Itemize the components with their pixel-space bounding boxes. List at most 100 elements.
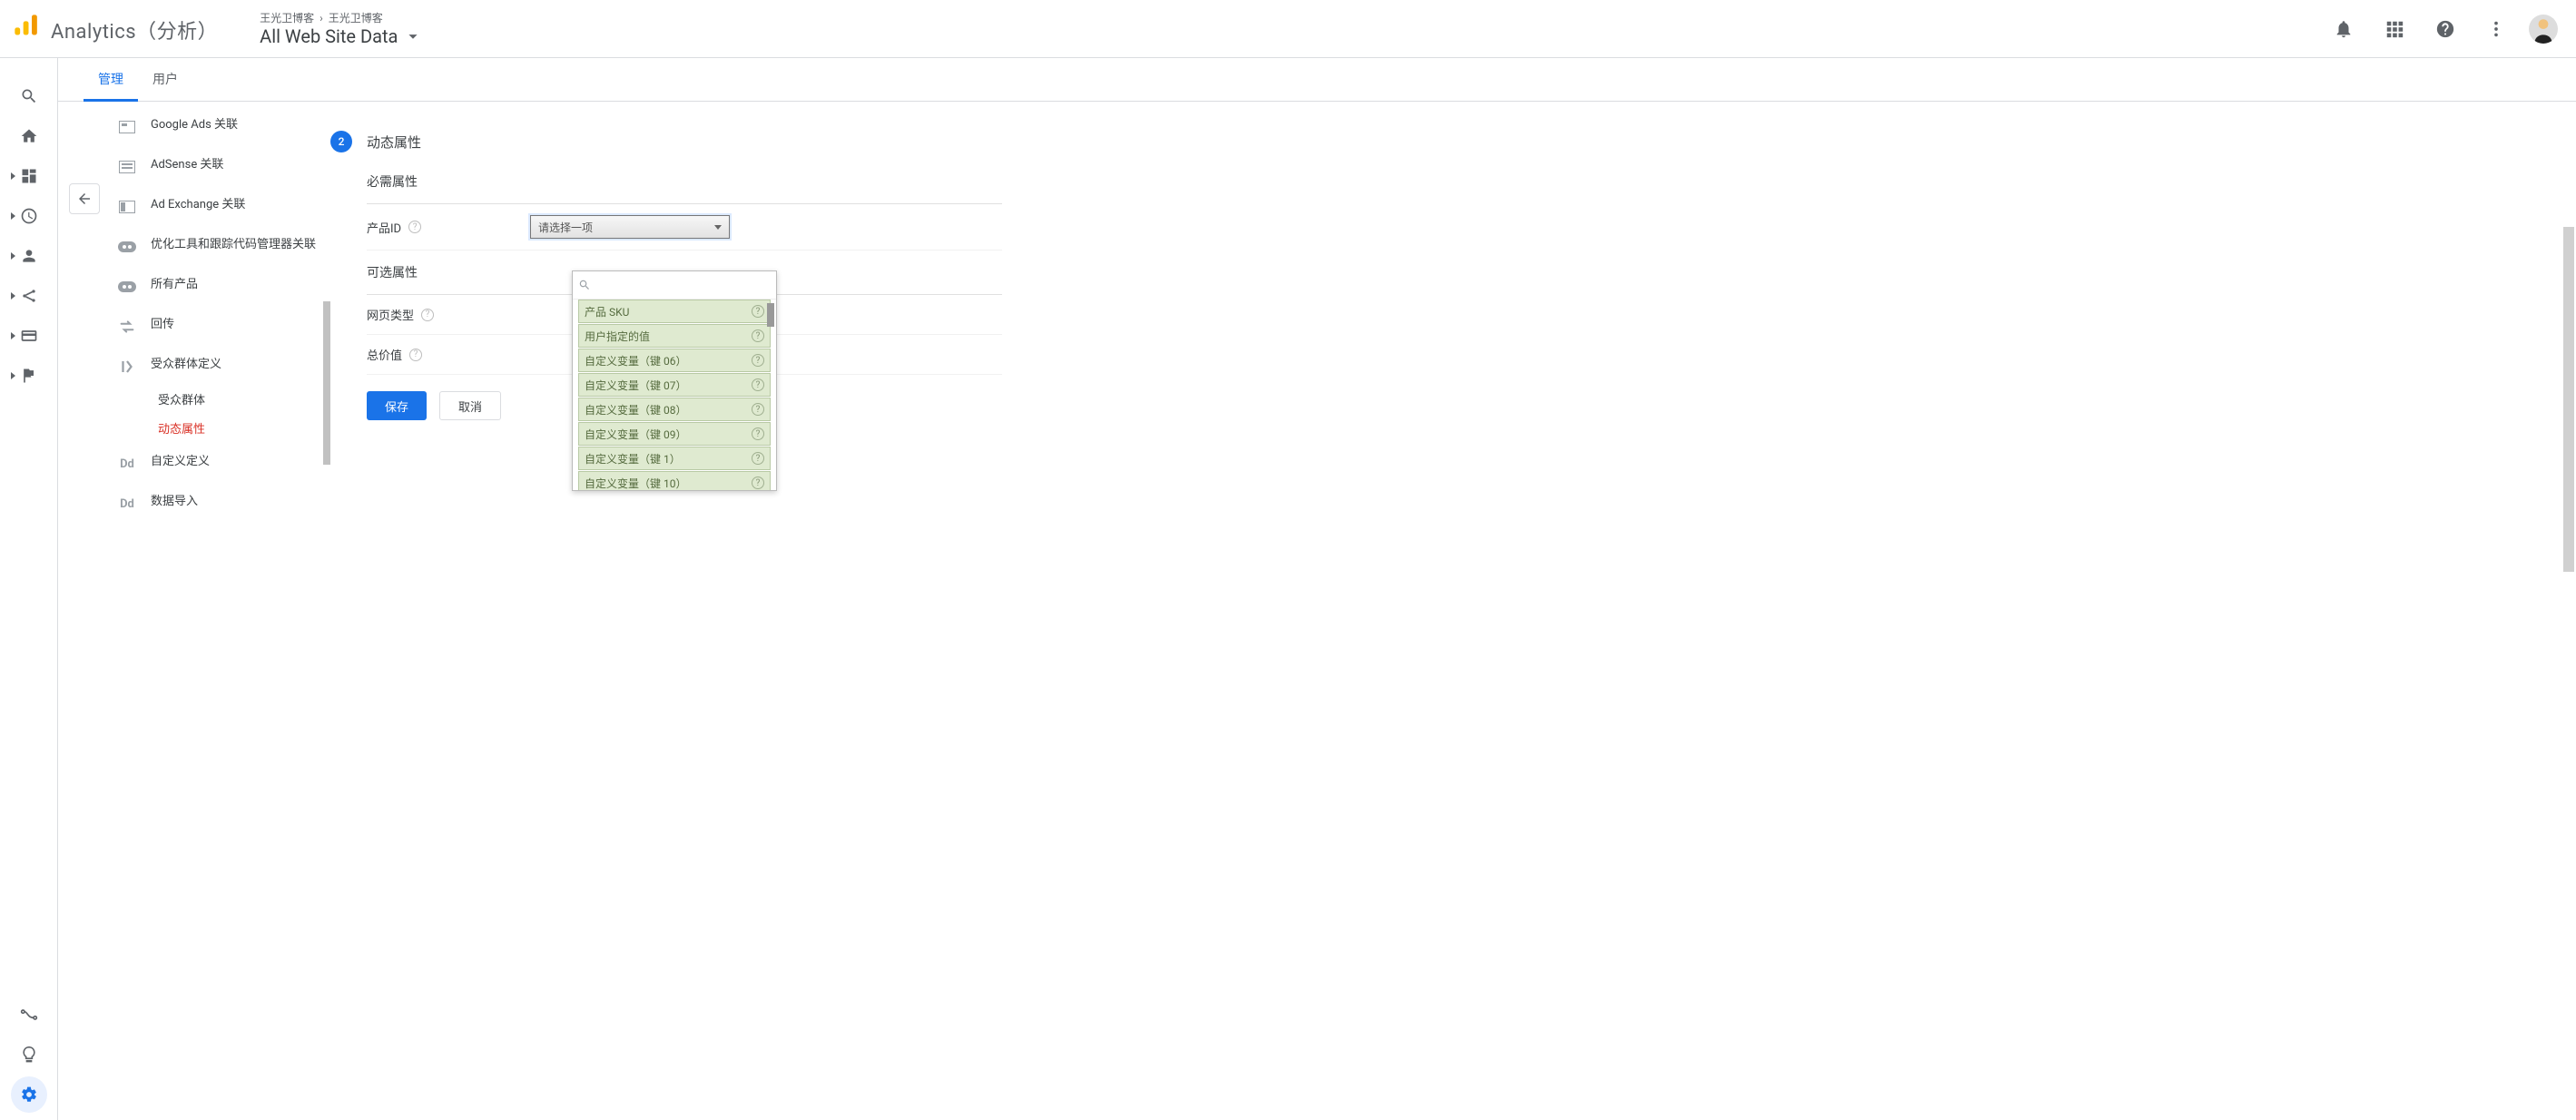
dropdown-search-input[interactable]	[596, 275, 771, 295]
dropdown-option[interactable]: 自定义变量（键 09）?	[578, 422, 771, 446]
logo-block: Analytics（分析）	[13, 13, 218, 44]
notifications-button[interactable]	[2325, 11, 2362, 47]
link-icon	[118, 241, 136, 252]
tab-admin[interactable]: 管理	[84, 58, 138, 102]
chevron-down-icon	[714, 225, 722, 230]
breadcrumb[interactable]: 王光卫博客 › 王光卫博客 All Web Site Data	[260, 10, 423, 47]
avatar-icon	[2532, 16, 2555, 44]
help-icon: ?	[752, 354, 764, 367]
left-rail	[0, 58, 58, 1120]
link-icon	[118, 281, 136, 292]
label-page-type: 网页类型	[367, 306, 414, 323]
step-title: 动态属性	[367, 133, 421, 152]
caret-icon	[11, 212, 15, 220]
step-header: 2 动态属性	[330, 131, 2549, 152]
dropdown-value: 请选择一项	[538, 220, 593, 235]
help-button[interactable]	[2427, 11, 2463, 47]
dropdown-option[interactable]: 自定义变量（键 06）?	[578, 349, 771, 372]
search-icon	[578, 279, 591, 291]
dropdown-popover: 产品 SKU? 用户指定的值? 自定义变量（键 06）? 自定义变量（键 07）…	[572, 270, 777, 491]
step-badge: 2	[330, 131, 352, 152]
content-area: 管理 用户 Google Ads 关联 AdSense 关联	[58, 58, 2576, 1120]
help-icon: ?	[752, 476, 764, 489]
help-icon[interactable]: ?	[409, 349, 422, 361]
dropdown-option[interactable]: 用户指定的值?	[578, 324, 771, 348]
product-title: Analytics（分析）	[51, 15, 218, 44]
nav-audience-definitions[interactable]: 受众群体定义	[113, 347, 330, 387]
required-section-title: 必需属性	[367, 160, 1002, 204]
scrollbar-thumb[interactable]	[323, 301, 330, 465]
caret-icon	[11, 172, 15, 180]
caret-icon	[11, 292, 15, 300]
nav-adsense-link[interactable]: AdSense 关联	[113, 147, 330, 187]
more-button[interactable]	[2478, 11, 2514, 47]
nav-all-products[interactable]: 所有产品	[113, 267, 330, 307]
tab-user[interactable]: 用户	[138, 58, 192, 102]
help-icon: ?	[752, 427, 764, 440]
apps-icon	[2384, 19, 2404, 39]
rail-discover[interactable]	[7, 1036, 51, 1073]
nav-data-import[interactable]: Dd 数据导入	[113, 484, 330, 524]
nav-postback[interactable]: 回传	[113, 307, 330, 347]
caret-icon	[11, 332, 15, 339]
help-icon[interactable]: ?	[421, 309, 434, 321]
help-icon	[2435, 19, 2455, 39]
dropdown-option[interactable]: 产品 SKU?	[578, 300, 771, 323]
rail-customization[interactable]	[7, 158, 51, 194]
label-product-id: 产品ID	[367, 219, 401, 236]
help-icon: ?	[752, 452, 764, 465]
admin-tabs: 管理 用户	[58, 58, 2576, 102]
nav-custom-definition[interactable]: Dd 自定义定义	[113, 444, 330, 484]
rail-conversions[interactable]	[7, 358, 51, 394]
rail-admin[interactable]	[11, 1076, 47, 1113]
rail-acquisition[interactable]	[7, 278, 51, 314]
dropdown-option[interactable]: 自定义变量（键 08）?	[578, 398, 771, 421]
apps-button[interactable]	[2376, 11, 2413, 47]
collapse-nav-button[interactable]	[69, 183, 100, 214]
dropdown-option[interactable]: 自定义变量（键 10）?	[578, 471, 771, 490]
rail-audience[interactable]	[7, 238, 51, 274]
bell-icon	[2334, 19, 2354, 39]
product-id-dropdown[interactable]: 请选择一项	[530, 215, 730, 239]
rail-behavior[interactable]	[7, 318, 51, 354]
scrollbar-thumb[interactable]	[2563, 227, 2574, 572]
dropdown-option[interactable]: 自定义变量（键 1）?	[578, 447, 771, 470]
save-button[interactable]: 保存	[367, 391, 427, 420]
rail-realtime[interactable]	[7, 198, 51, 234]
rail-attribution[interactable]	[7, 997, 51, 1033]
cancel-button[interactable]: 取消	[439, 391, 501, 420]
dashboard-icon	[20, 167, 38, 185]
rail-search[interactable]	[7, 78, 51, 114]
dropdown-list[interactable]: 产品 SKU? 用户指定的值? 自定义变量（键 06）? 自定义变量（键 07）…	[573, 300, 776, 490]
dd-icon: Dd	[116, 455, 138, 473]
gear-icon	[20, 1086, 38, 1104]
more-vert-icon	[2486, 19, 2506, 39]
sync-icon	[118, 319, 136, 334]
nav-optimize-link[interactable]: 优化工具和跟踪代码管理器关联	[113, 227, 330, 267]
help-icon: ?	[752, 329, 764, 342]
label-total-value: 总价值	[367, 346, 402, 363]
nav-dynamic-attributes[interactable]: 动态属性	[149, 416, 330, 445]
breadcrumb-view: All Web Site Data	[260, 25, 398, 47]
nav-audiences[interactable]: 受众群体	[149, 387, 330, 416]
dd-icon: Dd	[116, 495, 138, 513]
person-icon	[20, 247, 38, 265]
attribution-icon	[20, 1006, 38, 1024]
chevron-down-icon	[403, 26, 423, 46]
caret-icon	[11, 252, 15, 260]
chevron-right-icon: ›	[320, 12, 323, 25]
admin-nav: Google Ads 关联 AdSense 关联 Ad Exchange 关联 …	[58, 102, 330, 1120]
rail-home[interactable]	[7, 118, 51, 154]
nav-adexchange-link[interactable]: Ad Exchange 关联	[113, 187, 330, 227]
home-icon	[20, 127, 38, 145]
scrollbar-thumb[interactable]	[767, 303, 774, 327]
breadcrumb-property: 王光卫博客	[329, 12, 383, 25]
help-icon[interactable]: ?	[408, 221, 421, 233]
main-panel: 2 动态属性 必需属性 产品ID ? 请选择一项	[330, 102, 2576, 1120]
account-avatar[interactable]	[2529, 15, 2558, 44]
audience-icon	[119, 359, 135, 375]
caret-icon	[11, 372, 15, 379]
nav-google-ads-link[interactable]: Google Ads 关联	[113, 107, 330, 147]
dropdown-option[interactable]: 自定义变量（键 07）?	[578, 373, 771, 397]
search-icon	[20, 87, 38, 105]
